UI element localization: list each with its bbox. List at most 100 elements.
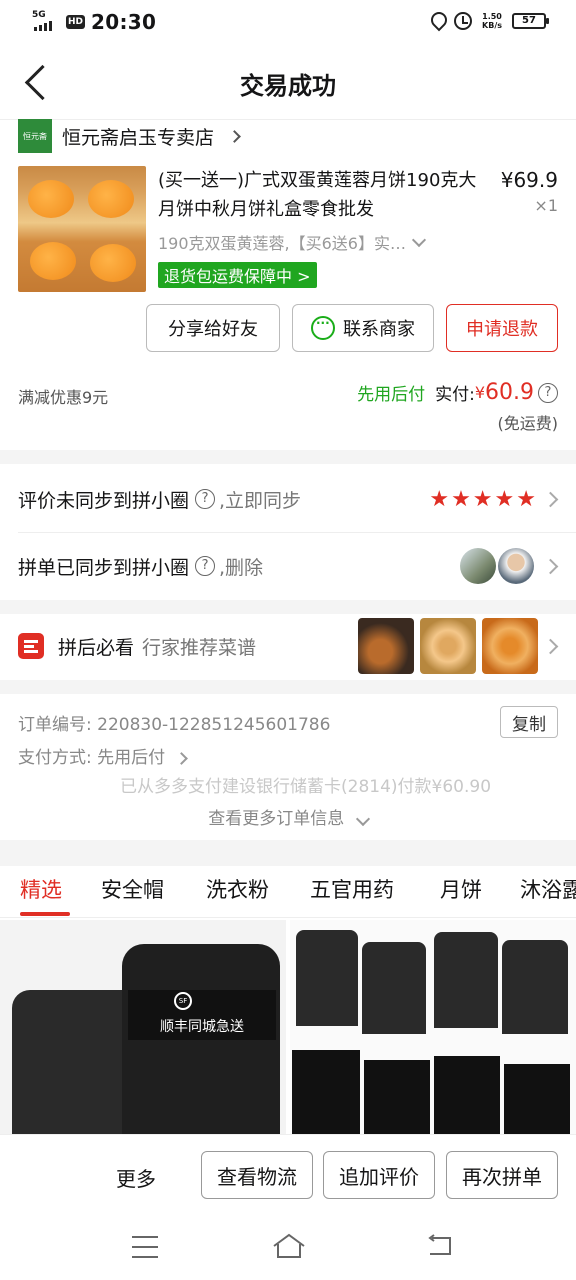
share-button[interactable]: 分享给好友 [146, 304, 280, 352]
paid-label: 实付: [435, 385, 475, 405]
signal-icon: 5G [32, 11, 60, 33]
order-number-value: 220830-122851245601786 [97, 715, 331, 735]
order-number: 订单编号: 220830-122851245601786 [18, 710, 330, 735]
product-spec-text: 190克双蛋黄莲蓉,【买6送6】实… [158, 234, 406, 253]
chevron-right-icon [542, 638, 559, 654]
product-image [364, 1060, 430, 1134]
section-gap [0, 680, 576, 694]
more-button[interactable]: 更多 [116, 1163, 156, 1192]
group-sync-row[interactable]: 拼单已同步到拼小圈 ? ,删除 [0, 533, 576, 599]
home-icon[interactable] [272, 1232, 306, 1260]
refund-button[interactable]: 申请退款 [446, 304, 558, 352]
star-icon: ★ [516, 486, 536, 512]
discount-text: 满减优惠9元 [18, 388, 109, 407]
back-icon[interactable] [426, 1234, 454, 1258]
copy-button[interactable]: 复制 [500, 706, 558, 738]
review-sync-row[interactable]: 评价未同步到拼小圈 ? ,立即同步 ★ ★ ★ ★ ★ [0, 466, 576, 532]
payment-method[interactable]: 支付方式: 先用后付 [18, 743, 188, 768]
status-bar: 5G HD 20:30 1.50 KB/s 57 [0, 0, 576, 44]
recipe-title: 拼后必看 [58, 636, 135, 659]
product-title[interactable]: (买一送一)广式双蛋黄莲蓉月饼190克大月饼中秋月饼礼盒零食批发 [158, 166, 484, 224]
currency-symbol: ¥ [474, 383, 486, 402]
active-tab-indicator [20, 912, 70, 916]
recipe-list-icon [18, 633, 44, 659]
avatar [498, 548, 534, 584]
category-tabs: 精选 安全帽 洗衣粉 五官用药 月饼 沐浴露 [0, 866, 576, 918]
product-quantity: ×1 [534, 196, 558, 215]
product-image [502, 940, 568, 1034]
add-review-button[interactable]: 追加评价 [323, 1151, 435, 1199]
reorder-button[interactable]: 再次拼单 [446, 1151, 558, 1199]
review-sync-label: 评价未同步到拼小圈 [18, 489, 190, 512]
more-order-info-link[interactable]: 查看更多订单信息 [0, 804, 576, 829]
contact-label: 联系商家 [343, 319, 415, 340]
paid-value: 60.9 [485, 380, 534, 405]
delete-link[interactable]: ,删除 [219, 553, 263, 580]
brand-text: 顺丰同城急送 [160, 1019, 244, 1035]
tab-featured[interactable]: 精选 [20, 874, 62, 904]
battery-icon: 57 [512, 13, 549, 29]
product-image [296, 930, 358, 1026]
brand-banner: 顺丰同城急送 [128, 990, 276, 1040]
chevron-right-icon [228, 129, 241, 143]
star-icon: ★ [429, 486, 450, 512]
product-image [504, 1064, 570, 1134]
payment-note: 已从多多支付建设银行储蓄卡(2814)付款¥60.90 [120, 777, 492, 797]
recipe-thumbnails[interactable] [358, 618, 538, 674]
payment-method-label: 支付方式: [18, 748, 92, 768]
page-title: 交易成功 [240, 72, 336, 100]
product-card[interactable] [290, 920, 576, 1134]
tab-mooncake[interactable]: 月饼 [440, 874, 482, 904]
contact-merchant-button[interactable]: 联系商家 [292, 304, 434, 352]
product-spec[interactable]: 190克双蛋黄莲蓉,【买6送6】实… [158, 230, 427, 254]
chevron-right-icon [542, 558, 559, 574]
guarantee-text: 退货包运费保障中 [164, 267, 293, 286]
recipe-thumbnail [482, 618, 538, 674]
chevron-right-icon [542, 491, 559, 507]
product-card[interactable]: 顺丰同城急送 SF [0, 920, 286, 1134]
product-image [362, 942, 426, 1034]
product-image [434, 932, 498, 1028]
help-icon[interactable]: ? [195, 556, 216, 576]
help-icon[interactable]: ? [195, 489, 216, 509]
chat-icon [311, 316, 335, 340]
star-icon: ★ [451, 486, 471, 512]
speed-value: 1.50 [482, 12, 502, 21]
location-icon [430, 12, 444, 30]
star-icon: ★ [472, 486, 493, 512]
tab-helmet[interactable]: 安全帽 [101, 874, 164, 904]
section-gap [0, 450, 576, 464]
avatar-group [460, 548, 534, 584]
tab-bodywash[interactable]: 沐浴露 [520, 874, 576, 904]
help-icon[interactable]: ? [538, 382, 558, 403]
network-type: 5G [32, 10, 46, 20]
store-logo: 恒元斋 [18, 119, 52, 153]
tab-detergent[interactable]: 洗衣粉 [206, 874, 269, 904]
menu-icon[interactable] [132, 1236, 158, 1258]
product-image[interactable] [18, 166, 146, 292]
recipe-subtitle: 行家推荐菜谱 [142, 636, 257, 659]
page-header: 交易成功 [0, 44, 576, 120]
chevron-right-icon [174, 752, 188, 765]
system-nav-bar [0, 1218, 576, 1280]
more-order-info-label: 查看更多订单信息 [208, 809, 345, 829]
tab-medicine[interactable]: 五官用药 [310, 874, 394, 904]
speed-unit: KB/s [482, 21, 502, 30]
recipe-row[interactable]: 拼后必看 行家推荐菜谱 [0, 612, 576, 680]
avatar [460, 548, 496, 584]
store-link[interactable]: 恒元斋 恒元斋启玉专卖店 [18, 118, 241, 154]
pay-later-label: 先用后付 [357, 385, 426, 405]
network-speed: 1.50 KB/s [482, 12, 502, 30]
shipping-guarantee-badge[interactable]: 退货包运费保障中 > [158, 262, 317, 288]
paid-amount: 先用后付 实付: ¥ 60.9 ? [357, 380, 558, 405]
clock: 20:30 [91, 10, 157, 34]
hd-badge: HD [66, 15, 86, 29]
sync-now-link[interactable]: ,立即同步 [219, 486, 301, 513]
section-gap [0, 840, 576, 866]
view-logistics-button[interactable]: 查看物流 [201, 1151, 313, 1199]
bottom-action-bar: 更多 查看物流 追加评价 再次拼单 [0, 1134, 576, 1218]
group-sync-label: 拼单已同步到拼小圈 [18, 556, 190, 579]
chevron-down-icon [411, 232, 427, 247]
store-name: 恒元斋启玉专卖店 [62, 126, 215, 149]
rating-stars[interactable]: ★ ★ ★ ★ ★ [429, 487, 536, 512]
